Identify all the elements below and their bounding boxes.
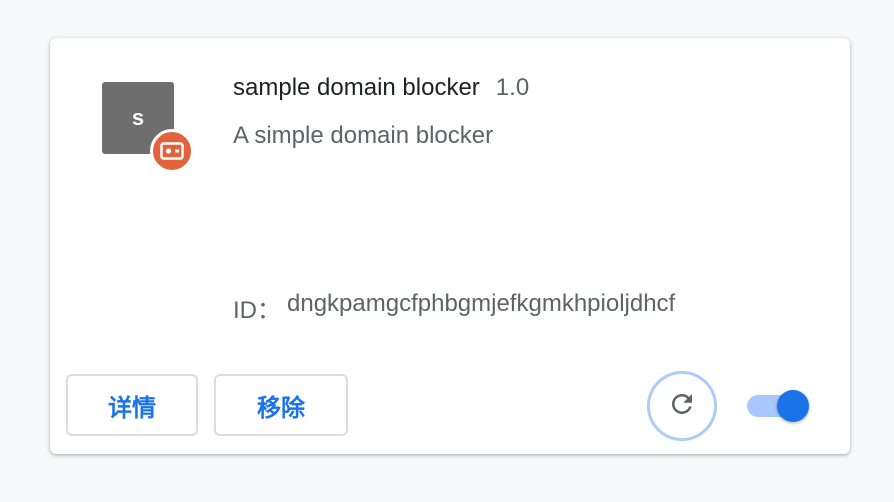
extension-name: sample domain blocker (233, 74, 480, 101)
enable-toggle[interactable] (747, 390, 811, 422)
extension-id-label: ID： (233, 297, 281, 324)
extension-id-value: dngkpamgcfphbgmjefkgmkhpioljdhcf (287, 290, 676, 317)
unpacked-extension-icon (150, 129, 194, 173)
extension-icon-letter: s (131, 105, 145, 130)
toggle-knob (777, 390, 809, 422)
extension-version: 1.0 (495, 74, 530, 101)
extension-description: A simple domain blocker (233, 122, 494, 149)
reload-button[interactable] (647, 371, 717, 441)
extension-card: s sample domain blocker 1.0 A simple dom… (50, 38, 850, 454)
extension-title-row: sample domain blocker 1.0 (233, 74, 529, 102)
remove-button[interactable]: 移除 (214, 374, 348, 436)
reload-icon (667, 389, 697, 424)
details-button[interactable]: 详情 (66, 374, 198, 436)
extension-id: ID： dngkpamgcfphbgmjefkgmkhpioljdhcf (233, 290, 675, 325)
